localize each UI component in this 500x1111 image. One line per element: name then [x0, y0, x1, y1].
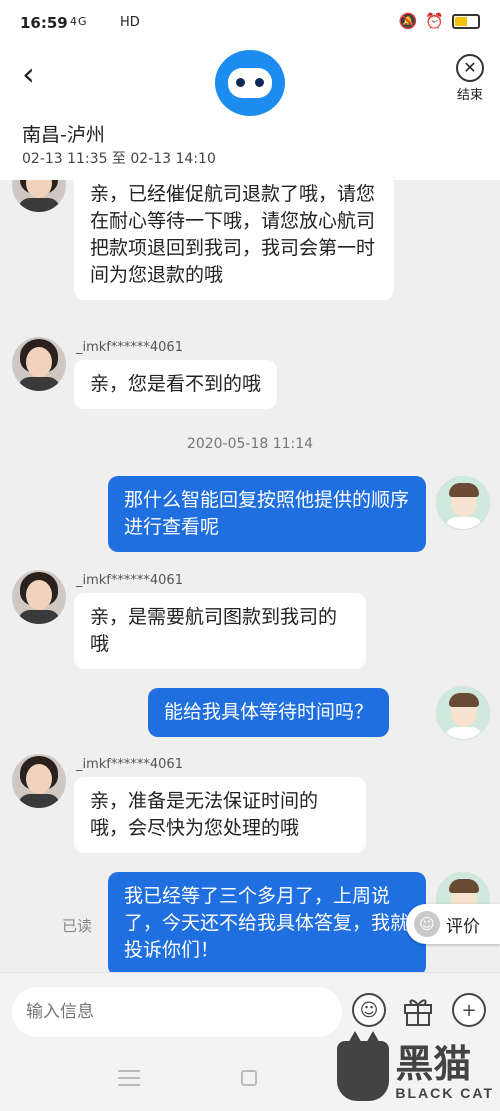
route-title: 南昌-泸州: [22, 124, 105, 146]
status-icons: 🔕 ⏰: [399, 12, 480, 30]
chat-header: ‹ ✕ 结束 南昌-泸州 02-13 11:35 至 02-13 14:10: [0, 48, 500, 180]
user-message-bubble[interactable]: 能给我具体等待时间吗？: [148, 688, 390, 737]
chat-area[interactable]: 亲，已经催促航司退款了哦，请您在耐心等待一下哦，请您放心航司把款项退回到我司，我…: [0, 180, 500, 972]
agent-name: _imkf******4061: [76, 340, 183, 355]
plus-button[interactable]: +: [452, 993, 486, 1027]
rate-label: 评价: [446, 916, 480, 937]
agent-avatar[interactable]: [12, 570, 66, 624]
agent-avatar[interactable]: [12, 754, 66, 808]
back-button[interactable]: ‹: [22, 58, 35, 90]
gift-icon[interactable]: [402, 993, 434, 1027]
agent-name: _imkf******4061: [76, 757, 183, 772]
end-chat-button[interactable]: ✕ 结束: [456, 54, 484, 103]
emoji-icon: ☺: [359, 999, 379, 1021]
user-avatar[interactable]: [436, 476, 490, 530]
cat-logo-icon: [337, 1031, 390, 1101]
agent-message-bubble[interactable]: 亲，是需要航司图款到我司的哦: [74, 593, 366, 669]
rate-button[interactable]: ☺ 评价: [406, 904, 500, 944]
agent-name: _imkf******4061: [76, 573, 183, 588]
emoji-button[interactable]: ☺: [352, 993, 386, 1027]
watermark-cn: 黑猫: [395, 1044, 472, 1086]
network-indicator: 4G: [70, 15, 88, 28]
user-avatar[interactable]: [436, 686, 490, 740]
agent-message-bubble[interactable]: 亲，您是看不到的哦: [74, 360, 278, 409]
black-cat-watermark: 黑猫 BLACK CAT: [337, 1031, 494, 1101]
input-bar: ☺ +: [0, 972, 500, 1048]
robot-avatar-icon: [215, 50, 285, 116]
message-input[interactable]: [12, 987, 342, 1037]
battery-icon: [452, 13, 480, 29]
chevron-left-icon: ‹: [22, 55, 35, 93]
flight-period: 02-13 11:35 至 02-13 14:10: [22, 151, 216, 167]
agent-message-bubble[interactable]: 亲，已经催促航司退款了哦，请您在耐心等待一下哦，请您放心航司把款项退回到我司，我…: [74, 180, 394, 300]
user-message-bubble[interactable]: 我已经等了三个多月了，上周说了，今天还不给我具体答复，我就投诉你们！: [108, 872, 426, 972]
end-chat-label: 结束: [456, 88, 483, 103]
smile-icon: ☺: [414, 911, 440, 937]
menu-icon[interactable]: [118, 1070, 140, 1086]
home-icon[interactable]: [241, 1070, 257, 1086]
watermark-en: BLACK CAT: [395, 1085, 494, 1101]
agent-avatar[interactable]: [12, 337, 66, 391]
status-time: 16:59: [20, 14, 68, 32]
user-message-bubble[interactable]: 那什么智能回复按照他提供的顺序进行查看呢: [108, 476, 426, 552]
hd-indicator: HD: [120, 15, 140, 30]
close-icon: ✕: [456, 54, 484, 82]
plus-icon: +: [461, 999, 477, 1021]
agent-avatar[interactable]: [12, 180, 66, 212]
agent-message-bubble[interactable]: 亲，准备是无法保证时间的哦，会尽快为您处理的哦: [74, 777, 366, 853]
mute-icon: 🔕: [398, 12, 418, 30]
message-timestamp: 2020-05-18 11:14: [186, 436, 314, 452]
read-indicator: 已读: [62, 917, 93, 935]
alarm-icon: ⏰: [425, 12, 444, 30]
status-bar: 16:59 4G HD 🔕 ⏰: [0, 0, 500, 48]
